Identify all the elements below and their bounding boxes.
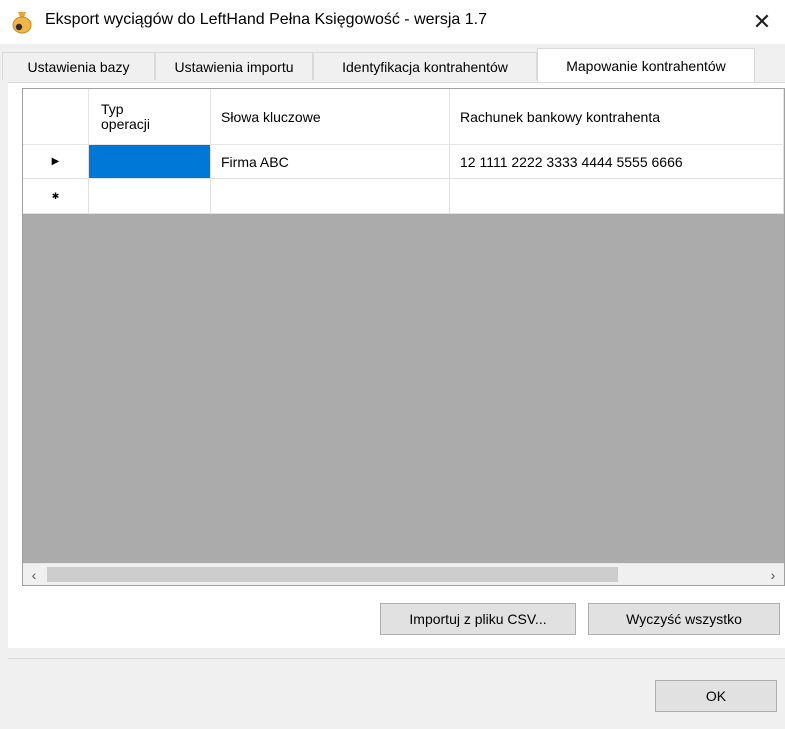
tab-mapowanie-kontrahentow[interactable]: Mapowanie kontrahentów <box>537 48 755 82</box>
scrollbar-thumb[interactable] <box>47 567 618 582</box>
tab-identyfikacja-kontrahentow[interactable]: Identyfikacja kontrahentów <box>313 52 537 80</box>
cell-value: 12 1111 2222 3333 4444 5555 6666 <box>460 153 683 170</box>
button-label: Importuj z pliku CSV... <box>409 611 547 627</box>
divider <box>8 658 785 659</box>
cell-rachunek-bankowy[interactable] <box>450 179 784 214</box>
close-button[interactable]: ✕ <box>739 0 785 44</box>
header-line-1: Typ <box>101 100 124 117</box>
ok-button[interactable]: OK <box>655 680 777 712</box>
table-row[interactable]: ▶ Firma ABC 12 1111 2222 3333 4444 5555 … <box>23 145 784 179</box>
column-header-label: Rachunek bankowy kontrahenta <box>460 108 661 125</box>
scroll-left-icon[interactable]: ‹ <box>23 564 45 585</box>
tab-label: Mapowanie kontrahentów <box>566 57 726 74</box>
money-bag-icon <box>12 12 32 34</box>
title-bar: Eksport wyciągów do LeftHand Pełna Księg… <box>0 0 785 44</box>
header-row-selector[interactable] <box>23 89 89 145</box>
current-row-arrow-icon[interactable]: ▶ <box>23 145 89 179</box>
horizontal-scrollbar[interactable]: ‹ › <box>23 563 784 585</box>
tab-strip: Ustawienia bazy Ustawienia importu Ident… <box>0 48 785 83</box>
main-window: Eksport wyciągów do LeftHand Pełna Księg… <box>0 0 785 729</box>
button-label: Wyczyść wszystko <box>626 611 742 627</box>
grid-header: Typ operacji Słowa kluczowe Rachunek ban… <box>23 89 784 145</box>
tab-label: Ustawienia importu <box>174 58 294 75</box>
cell-slowa-kluczowe[interactable]: Firma ABC <box>211 145 450 179</box>
header-line-2: operacji <box>101 115 151 132</box>
cell-value: Firma ABC <box>221 153 289 170</box>
row-marker-glyph: ✱ <box>51 190 60 201</box>
column-header-rachunek-bankowy[interactable]: Rachunek bankowy kontrahenta <box>450 89 784 145</box>
column-header-slowa-kluczowe[interactable]: Słowa kluczowe <box>211 89 450 145</box>
tab-label: Identyfikacja kontrahentów <box>342 58 508 75</box>
clear-all-button[interactable]: Wyczyść wszystko <box>588 603 780 635</box>
mapping-grid[interactable]: Typ operacji Słowa kluczowe Rachunek ban… <box>22 88 785 586</box>
tab-ustawienia-bazy[interactable]: Ustawienia bazy <box>2 52 155 80</box>
cell-slowa-kluczowe[interactable] <box>211 179 450 214</box>
tab-label: Ustawienia bazy <box>27 58 130 75</box>
button-label: OK <box>705 688 727 704</box>
arrow-glyph: › <box>770 567 776 583</box>
tab-ustawienia-importu[interactable]: Ustawienia importu <box>155 52 313 80</box>
new-row-asterisk-icon[interactable]: ✱ <box>23 179 89 214</box>
close-icon: ✕ <box>752 9 772 34</box>
column-header-label: Typ operacji <box>101 100 151 132</box>
arrow-glyph: ‹ <box>31 567 37 583</box>
column-header-label: Słowa kluczowe <box>221 108 321 125</box>
scroll-right-icon[interactable]: › <box>762 564 784 585</box>
cell-typ-operacji[interactable] <box>89 145 211 179</box>
row-marker-glyph: ▶ <box>51 156 60 167</box>
table-row-new[interactable]: ✱ <box>23 179 784 214</box>
window-title: Eksport wyciągów do LeftHand Pełna Księg… <box>45 11 487 28</box>
import-csv-button[interactable]: Importuj z pliku CSV... <box>380 603 576 635</box>
cell-rachunek-bankowy[interactable]: 12 1111 2222 3333 4444 5555 6666 <box>450 145 784 179</box>
cell-typ-operacji[interactable] <box>89 179 211 214</box>
column-header-typ-operacji[interactable]: Typ operacji <box>89 89 211 145</box>
